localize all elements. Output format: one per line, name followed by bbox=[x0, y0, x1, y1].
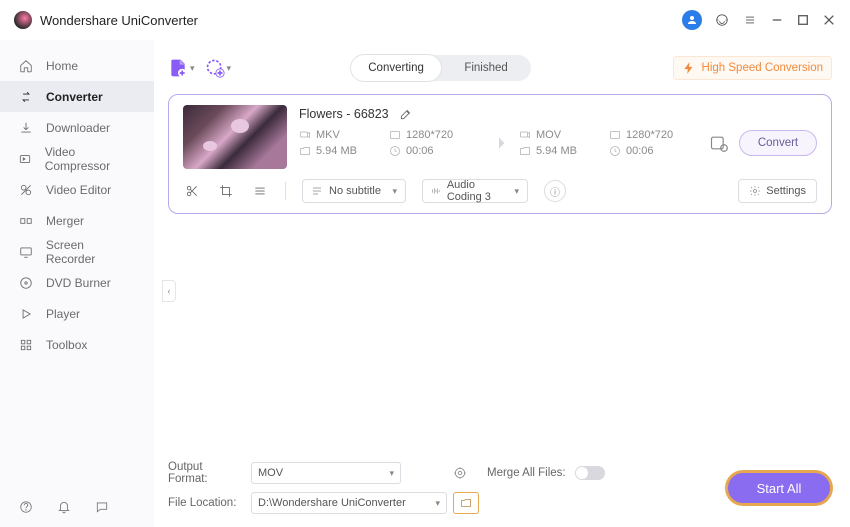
sidebar-item-recorder[interactable]: Screen Recorder bbox=[0, 236, 154, 267]
user-avatar[interactable] bbox=[682, 10, 702, 30]
toolbar: ▾ ▾ Converting Finished High Speed Conve… bbox=[168, 50, 832, 86]
file-name: Flowers - 66823 bbox=[299, 107, 389, 121]
dvd-icon bbox=[18, 275, 34, 291]
sidebar-label: Video Editor bbox=[46, 183, 111, 197]
effects-icon[interactable] bbox=[251, 182, 269, 200]
sidebar-item-toolbox[interactable]: Toolbox bbox=[0, 329, 154, 360]
tab-converting[interactable]: Converting bbox=[351, 55, 441, 81]
sidebar-item-editor[interactable]: Video Editor bbox=[0, 174, 154, 205]
maximize-button[interactable] bbox=[796, 13, 810, 27]
feedback-icon[interactable] bbox=[94, 499, 110, 515]
sidebar-item-player[interactable]: Player bbox=[0, 298, 154, 329]
start-all-button[interactable]: Start All bbox=[726, 471, 832, 505]
high-speed-button[interactable]: High Speed Conversion bbox=[673, 56, 832, 80]
add-folder-button[interactable]: ▾ bbox=[205, 58, 232, 78]
sidebar-label: Home bbox=[46, 59, 78, 73]
support-icon[interactable] bbox=[714, 12, 730, 28]
sidebar-label: Merger bbox=[46, 214, 84, 228]
subtitle-dropdown[interactable]: No subtitle▾ bbox=[302, 179, 406, 203]
sidebar-label: Converter bbox=[46, 90, 103, 104]
dst-size: 5.94 MB bbox=[519, 145, 609, 157]
sidebar-label: Player bbox=[46, 307, 80, 321]
sidebar-label: Screen Recorder bbox=[46, 238, 136, 266]
src-resolution: 1280*720 bbox=[389, 129, 479, 141]
src-size: 5.94 MB bbox=[299, 145, 389, 157]
app-logo bbox=[14, 11, 32, 29]
collapse-sidebar-button[interactable]: ‹ bbox=[162, 280, 176, 302]
file-settings-button[interactable]: Settings bbox=[738, 179, 817, 203]
settings-label: Settings bbox=[766, 185, 806, 197]
trim-icon[interactable] bbox=[183, 182, 201, 200]
sidebar-label: Video Compressor bbox=[45, 145, 136, 173]
convert-button[interactable]: Convert bbox=[739, 130, 817, 156]
app-title: Wondershare UniConverter bbox=[40, 13, 198, 28]
file-card: Flowers - 66823 MKV 1280*720 5.94 MB 00:… bbox=[168, 94, 832, 214]
src-format: MKV bbox=[299, 129, 389, 141]
merger-icon bbox=[18, 213, 34, 229]
sidebar-item-home[interactable]: Home bbox=[0, 50, 154, 81]
sidebar-item-merger[interactable]: Merger bbox=[0, 205, 154, 236]
sidebar-item-compressor[interactable]: Video Compressor bbox=[0, 143, 154, 174]
file-location-label: File Location: bbox=[168, 497, 243, 509]
titlebar: Wondershare UniConverter bbox=[0, 0, 850, 40]
subtitle-value: No subtitle bbox=[329, 185, 381, 197]
src-duration: 00:06 bbox=[389, 145, 479, 157]
editor-icon bbox=[18, 182, 34, 198]
video-thumbnail[interactable] bbox=[183, 105, 287, 169]
rename-icon[interactable] bbox=[397, 105, 415, 123]
converter-icon bbox=[18, 89, 34, 105]
output-format-select[interactable]: MOV▾ bbox=[251, 462, 401, 484]
audio-value: Audio Coding 3 bbox=[447, 179, 509, 203]
file-title-row: Flowers - 66823 bbox=[299, 105, 817, 123]
file-location-select[interactable]: D:\Wondershare UniConverter▾ bbox=[251, 492, 447, 514]
sidebar-label: Downloader bbox=[46, 121, 110, 135]
tab-segment: Converting Finished bbox=[351, 55, 531, 81]
player-icon bbox=[18, 306, 34, 322]
content-area: ▾ ▾ Converting Finished High Speed Conve… bbox=[154, 40, 850, 527]
crop-icon[interactable] bbox=[217, 182, 235, 200]
sidebar-item-downloader[interactable]: Downloader bbox=[0, 112, 154, 143]
high-speed-label: High Speed Conversion bbox=[702, 62, 823, 74]
toolbox-icon bbox=[18, 337, 34, 353]
close-button[interactable] bbox=[822, 13, 836, 27]
audio-dropdown[interactable]: Audio Coding 3▾ bbox=[422, 179, 528, 203]
sidebar: Home Converter Downloader Video Compress… bbox=[0, 40, 154, 527]
merge-toggle[interactable] bbox=[575, 466, 605, 480]
sidebar-label: Toolbox bbox=[46, 338, 87, 352]
output-settings-icon[interactable] bbox=[699, 133, 739, 153]
tab-finished[interactable]: Finished bbox=[441, 55, 531, 81]
help-icon[interactable] bbox=[18, 499, 34, 515]
output-format-label: Output Format: bbox=[168, 461, 243, 485]
footer: Output Format: MOV▾ Merge All Files: Sta… bbox=[168, 461, 832, 515]
merge-label: Merge All Files: bbox=[487, 467, 567, 479]
minimize-button[interactable] bbox=[770, 13, 784, 27]
dst-resolution: 1280*720 bbox=[609, 129, 699, 141]
add-file-button[interactable]: ▾ bbox=[168, 58, 195, 78]
download-icon bbox=[18, 120, 34, 136]
recorder-icon bbox=[18, 244, 34, 260]
dst-duration: 00:06 bbox=[609, 145, 699, 157]
sidebar-item-converter[interactable]: Converter bbox=[0, 81, 154, 112]
compressor-icon bbox=[18, 151, 33, 167]
dst-format: MOV bbox=[519, 129, 609, 141]
open-folder-button[interactable] bbox=[453, 492, 479, 514]
sidebar-item-dvd[interactable]: DVD Burner bbox=[0, 267, 154, 298]
home-icon bbox=[18, 58, 34, 74]
audio-info-icon[interactable]: ⓘ bbox=[544, 180, 566, 202]
notification-icon[interactable] bbox=[56, 499, 72, 515]
sidebar-label: DVD Burner bbox=[46, 276, 111, 290]
output-info-icon[interactable] bbox=[449, 462, 471, 484]
arrow-icon bbox=[479, 132, 519, 154]
menu-icon[interactable] bbox=[742, 12, 758, 28]
